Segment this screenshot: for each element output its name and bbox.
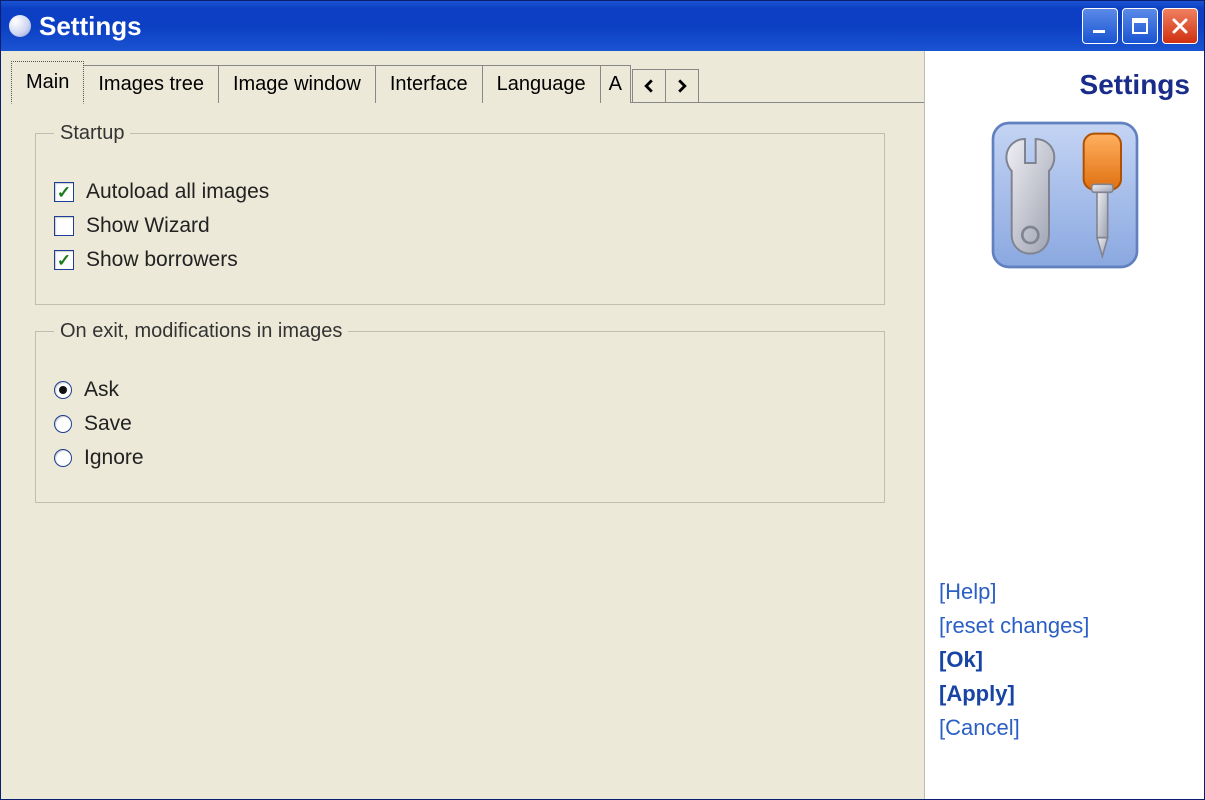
autoload-checkbox[interactable]	[54, 182, 74, 202]
exit-ignore-row: Ignore	[54, 446, 866, 470]
tab-images-tree[interactable]: Images tree	[83, 65, 219, 103]
side-title: Settings	[939, 69, 1190, 101]
tab-label: Main	[26, 71, 69, 93]
startup-legend: Startup	[54, 122, 130, 145]
reset-link[interactable]: [reset changes]	[939, 609, 1190, 643]
tab-scroll-right[interactable]	[665, 69, 699, 103]
tab-partial[interactable]: A	[600, 65, 631, 103]
tab-image-window[interactable]: Image window	[218, 65, 376, 103]
exit-save-label: Save	[84, 412, 132, 436]
autoload-row: Autoload all images	[54, 180, 866, 204]
settings-icon	[985, 115, 1145, 275]
window-title: Settings	[39, 11, 1082, 42]
main-panel: Main Images tree Image window Interface …	[1, 51, 924, 799]
borrowers-checkbox[interactable]	[54, 250, 74, 270]
ok-link[interactable]: [Ok]	[939, 643, 1190, 677]
cancel-link[interactable]: [Cancel]	[939, 711, 1190, 745]
chevron-left-icon	[642, 79, 656, 93]
titlebar: Settings	[1, 1, 1204, 51]
tab-label: Images tree	[98, 73, 204, 95]
tab-label: Image window	[233, 73, 361, 95]
window-buttons	[1082, 8, 1198, 44]
tab-label: Language	[497, 73, 586, 95]
tabstrip: Main Images tree Image window Interface …	[11, 61, 924, 103]
exit-save-row: Save	[54, 412, 866, 436]
maximize-button[interactable]	[1122, 8, 1158, 44]
exit-ignore-label: Ignore	[84, 446, 144, 470]
tab-language[interactable]: Language	[482, 65, 601, 103]
exit-legend: On exit, modifications in images	[54, 320, 348, 343]
exit-ask-radio[interactable]	[54, 381, 72, 399]
close-button[interactable]	[1162, 8, 1198, 44]
borrowers-label: Show borrowers	[86, 248, 238, 272]
wizard-checkbox[interactable]	[54, 216, 74, 236]
settings-window: Settings Main Images tree Image window I…	[0, 0, 1205, 800]
wizard-row: Show Wizard	[54, 214, 866, 238]
tab-interface[interactable]: Interface	[375, 65, 483, 103]
startup-group: Startup Autoload all images Show Wizard …	[35, 133, 885, 305]
exit-save-radio[interactable]	[54, 415, 72, 433]
exit-group: On exit, modifications in images Ask Sav…	[35, 331, 885, 503]
exit-ask-label: Ask	[84, 378, 119, 402]
tab-label: Interface	[390, 73, 468, 95]
exit-ask-row: Ask	[54, 378, 866, 402]
minimize-button[interactable]	[1082, 8, 1118, 44]
side-links: [Help] [reset changes] [Ok] [Apply] [Can…	[939, 575, 1190, 785]
tab-content: Startup Autoload all images Show Wizard …	[11, 102, 924, 559]
apply-link[interactable]: [Apply]	[939, 677, 1190, 711]
exit-ignore-radio[interactable]	[54, 449, 72, 467]
app-icon	[9, 15, 31, 37]
wizard-label: Show Wizard	[86, 214, 210, 238]
tab-main[interactable]: Main	[11, 61, 84, 104]
help-link[interactable]: [Help]	[939, 575, 1190, 609]
borrowers-row: Show borrowers	[54, 248, 866, 272]
tab-scroll-left[interactable]	[632, 69, 666, 103]
window-body: Main Images tree Image window Interface …	[1, 51, 1204, 799]
tab-scroll	[632, 69, 698, 103]
side-panel: Settings	[924, 51, 1204, 799]
chevron-right-icon	[675, 79, 689, 93]
tab-label: A	[609, 73, 622, 95]
autoload-label: Autoload all images	[86, 180, 269, 204]
